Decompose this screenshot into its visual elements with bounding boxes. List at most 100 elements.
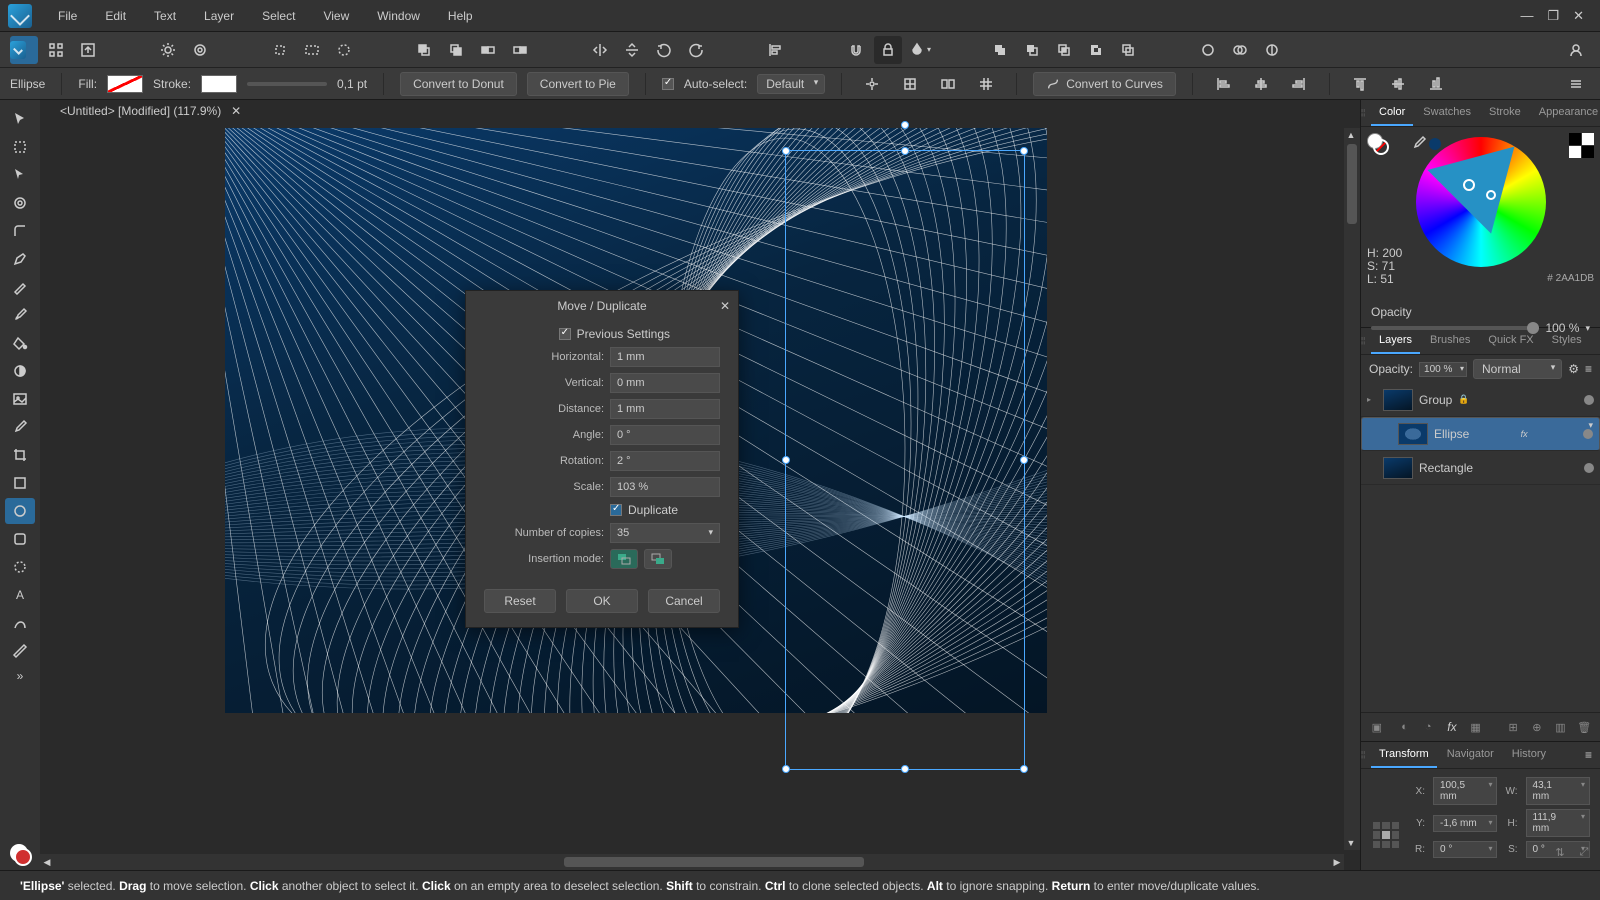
bool-xor-icon[interactable]	[1082, 36, 1110, 64]
adjust-icon[interactable]: ◔	[1418, 717, 1438, 737]
handle-tr[interactable]	[1020, 147, 1028, 155]
auto-icon[interactable]: ⊞	[1503, 717, 1523, 737]
rotation-input[interactable]: 2 °	[610, 451, 720, 471]
close-doc-icon[interactable]: ✕	[231, 104, 241, 118]
window-maximize[interactable]: ❐	[1547, 8, 1559, 24]
align-b-icon[interactable]	[1422, 70, 1450, 98]
scrollbar-horizontal[interactable]: ◀ ▶	[40, 854, 1344, 870]
bool-sub-icon[interactable]	[1018, 36, 1046, 64]
insert-1-icon[interactable]	[1194, 36, 1222, 64]
more-tools[interactable]: »	[5, 666, 35, 686]
toolbar-export-icon[interactable]	[74, 36, 102, 64]
link-aspect-icon[interactable]: ⤢	[1574, 842, 1594, 862]
lock-icon[interactable]	[874, 36, 902, 64]
fill-swatch[interactable]	[107, 75, 143, 93]
place-image-tool[interactable]	[5, 386, 35, 412]
scroll-thumb-v[interactable]	[1347, 144, 1357, 224]
node-tool[interactable]	[5, 162, 35, 188]
snap-1-icon[interactable]	[266, 36, 294, 64]
tab-color[interactable]: Color	[1371, 100, 1413, 126]
order-2-icon[interactable]	[442, 36, 470, 64]
bool-add-icon[interactable]	[986, 36, 1014, 64]
tab-transform[interactable]: Transform	[1371, 742, 1437, 768]
insert-3-icon[interactable]	[1258, 36, 1286, 64]
layer-settings-icon[interactable]: ⚙	[1568, 362, 1579, 376]
layer-row-group[interactable]: ▸ Group 🔒	[1361, 383, 1600, 417]
text-tool[interactable]: A	[5, 582, 35, 608]
visibility-toggle[interactable]	[1584, 395, 1594, 405]
handle-mr[interactable]	[1020, 456, 1028, 464]
pen-tool[interactable]	[5, 246, 35, 272]
rounded-rect-tool[interactable]	[5, 526, 35, 552]
window-close[interactable]: ✕	[1573, 8, 1584, 24]
pencil-tool[interactable]	[5, 274, 35, 300]
scroll-thumb-h[interactable]	[564, 857, 864, 867]
reset-button[interactable]: Reset	[484, 589, 556, 613]
vertical-input[interactable]: 0 mm	[610, 373, 720, 393]
layer-opacity-input[interactable]: 100 %▾	[1419, 362, 1467, 377]
transform-w-input[interactable]: 43,1 mm	[1526, 777, 1590, 805]
align-t-icon[interactable]	[1346, 70, 1374, 98]
fx-badge[interactable]: fx	[1521, 429, 1528, 439]
auto-select-checkbox[interactable]	[662, 78, 674, 90]
flip-v-icon[interactable]	[618, 36, 646, 64]
brush-tool[interactable]	[5, 302, 35, 328]
convert-curves-button[interactable]: Convert to Curves	[1033, 72, 1176, 96]
fill-tool[interactable]	[5, 330, 35, 356]
mask-icon[interactable]: ◐	[1395, 717, 1415, 737]
handle-br[interactable]	[1020, 765, 1028, 773]
tab-appearance[interactable]: Appearance	[1531, 100, 1600, 126]
tab-quickfx[interactable]: Quick FX	[1480, 328, 1541, 354]
toolbar-grid-icon[interactable]	[42, 36, 70, 64]
align-c-icon[interactable]	[1247, 70, 1275, 98]
eyedropper-icon[interactable]	[1411, 135, 1427, 154]
blend-mode-dropdown[interactable]: Normal	[1473, 359, 1562, 379]
scroll-up-icon[interactable]: ▲	[1344, 128, 1358, 142]
tab-history[interactable]: History	[1504, 742, 1554, 768]
transparency-tool[interactable]	[5, 358, 35, 384]
view-settings-icon[interactable]	[154, 36, 182, 64]
panel-menu-icon[interactable]	[1562, 70, 1590, 98]
angle-input[interactable]: 0 °	[610, 425, 720, 445]
convert-donut-button[interactable]: Convert to Donut	[400, 72, 517, 96]
order-3-icon[interactable]	[474, 36, 502, 64]
scrollbar-vertical[interactable]: ▲ ▼	[1344, 128, 1360, 850]
show-grid-icon[interactable]	[972, 70, 1000, 98]
layer-row-ellipse[interactable]: Ellipse fx	[1361, 417, 1600, 451]
crop-mask-icon[interactable]: ▦	[1466, 717, 1486, 737]
scroll-down-icon[interactable]: ▼	[1344, 836, 1358, 850]
corner-tool[interactable]	[5, 218, 35, 244]
bool-div-icon[interactable]	[1114, 36, 1142, 64]
menu-view[interactable]: View	[309, 0, 363, 32]
stroke-swatch[interactable]	[201, 75, 237, 93]
snap-toggle-icon[interactable]	[842, 36, 870, 64]
handle-bc[interactable]	[901, 765, 909, 773]
menu-select[interactable]: Select	[248, 0, 309, 32]
add-layer-icon[interactable]: ⊕	[1527, 717, 1547, 737]
rotate-ccw-icon[interactable]	[650, 36, 678, 64]
transform-origin-icon[interactable]	[858, 70, 886, 98]
tab-navigator[interactable]: Navigator	[1439, 742, 1502, 768]
group-icon[interactable]: ▥	[1551, 717, 1571, 737]
transform-y-input[interactable]: -1,6 mm	[1433, 815, 1497, 832]
order-1-icon[interactable]	[410, 36, 438, 64]
transform-x-input[interactable]: 100,5 mm	[1433, 777, 1497, 805]
copies-input[interactable]: 35	[610, 523, 720, 543]
snap-3-icon[interactable]	[330, 36, 358, 64]
window-minimize[interactable]: —	[1520, 8, 1533, 24]
snap-2-icon[interactable]	[298, 36, 326, 64]
account-icon[interactable]	[1562, 36, 1590, 64]
auto-select-dropdown[interactable]: Default	[757, 74, 825, 94]
vector-brush-tool[interactable]	[5, 610, 35, 636]
scroll-right-icon[interactable]: ▶	[1330, 855, 1344, 869]
visibility-toggle[interactable]	[1583, 429, 1593, 439]
scroll-left-icon[interactable]: ◀	[40, 855, 54, 869]
fx-icon[interactable]: fx	[1442, 717, 1462, 737]
handle-tl[interactable]	[782, 147, 790, 155]
cycle-select-icon[interactable]	[896, 70, 924, 98]
show-align-icon[interactable]	[934, 70, 962, 98]
link-dims-icon[interactable]: ⇅	[1550, 842, 1570, 862]
horizontal-input[interactable]: 1 mm	[610, 347, 720, 367]
align-r-icon[interactable]	[1285, 70, 1313, 98]
tab-stroke[interactable]: Stroke	[1481, 100, 1529, 126]
